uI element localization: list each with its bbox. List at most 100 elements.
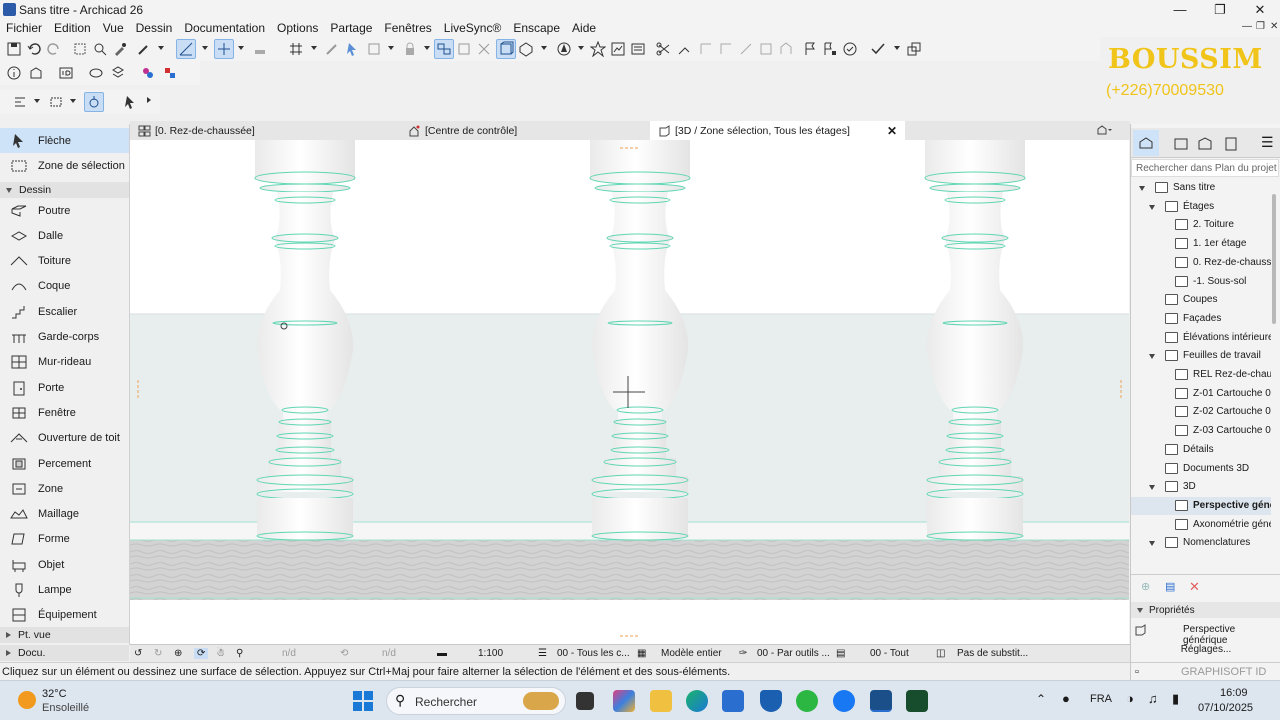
weather-temp[interactable]: 32°C bbox=[42, 688, 67, 700]
task-view-icon[interactable] bbox=[576, 692, 594, 710]
navigator-item[interactable]: Z-03 Cartouche 03 (Ir bbox=[1131, 422, 1271, 440]
whatsapp-icon[interactable] bbox=[796, 690, 818, 712]
chevron-down-icon[interactable] bbox=[1149, 541, 1155, 547]
chevron-down-icon[interactable] bbox=[1149, 354, 1155, 360]
navigator-item[interactable]: 2. Toiture bbox=[1131, 216, 1271, 234]
menu-partage[interactable]: Partage bbox=[324, 19, 378, 37]
syringe-dropdown-icon[interactable] bbox=[158, 46, 164, 50]
explode-icon[interactable] bbox=[474, 39, 494, 59]
snap-guides-icon[interactable] bbox=[214, 39, 234, 59]
doc-close-icon[interactable]: ✕ bbox=[1270, 21, 1278, 32]
redo-zoom-icon[interactable]: ↻ bbox=[154, 648, 162, 659]
undo-zoom-icon[interactable]: ↺ bbox=[134, 648, 142, 659]
check-dropdown-icon[interactable] bbox=[894, 46, 900, 50]
navigator-item[interactable]: Nomenclatures bbox=[1131, 534, 1271, 552]
arrow-select-icon[interactable] bbox=[120, 92, 140, 112]
settings-button[interactable]: Réglages... bbox=[1151, 642, 1261, 658]
settings-icon[interactable]: ▤ bbox=[1165, 580, 1175, 593]
dimension-icon[interactable]: ▤ bbox=[836, 648, 845, 659]
navigator-item[interactable]: 3D bbox=[1131, 478, 1271, 496]
tab-menu-icon[interactable] bbox=[1096, 124, 1112, 136]
tool-shell[interactable]: Coque bbox=[0, 274, 129, 299]
tool-arrow[interactable]: Flèche bbox=[0, 128, 129, 153]
wifi-icon[interactable]: ◑ bbox=[1126, 691, 1134, 706]
navigator-item[interactable]: Axonométrie génériq bbox=[1131, 516, 1271, 534]
3d-cutaway-icon[interactable] bbox=[496, 39, 516, 59]
tool-door[interactable]: Porte bbox=[0, 375, 129, 400]
minimize-button[interactable]: — bbox=[1160, 0, 1200, 19]
taskbar-search[interactable]: ⚲ Rechercher bbox=[386, 687, 566, 715]
info-icon[interactable] bbox=[4, 63, 24, 83]
suspend-groups-icon[interactable] bbox=[434, 39, 454, 59]
store-icon[interactable] bbox=[722, 690, 744, 712]
orbit-icon[interactable]: ⟳ bbox=[194, 648, 209, 659]
windows-start-icon[interactable] bbox=[352, 690, 374, 712]
layer-icon[interactable] bbox=[364, 39, 384, 59]
menu-fenetres[interactable]: Fenêtres bbox=[378, 19, 437, 37]
enscape-taskbar-icon[interactable] bbox=[906, 690, 928, 712]
undo-icon[interactable] bbox=[24, 39, 44, 59]
navigation-icon[interactable] bbox=[554, 39, 574, 59]
layer-combination[interactable]: 00 - Tous les c... bbox=[557, 648, 630, 659]
3d-style-icon[interactable] bbox=[516, 39, 536, 59]
volume-icon[interactable]: ♫ bbox=[1148, 691, 1158, 706]
3d-window-icon[interactable] bbox=[86, 63, 106, 83]
tool-mesh[interactable]: Maillage bbox=[0, 502, 129, 527]
adjust-icon[interactable] bbox=[674, 39, 694, 59]
angle-icon[interactable]: ⟲ bbox=[340, 648, 348, 659]
navigator-search[interactable]: Rechercher dans Plan du projet bbox=[1131, 159, 1279, 177]
publisher-icon[interactable] bbox=[1223, 136, 1239, 152]
chevron-up-icon[interactable]: ⌃ bbox=[1036, 692, 1046, 706]
tool-stair[interactable]: Escalier bbox=[0, 299, 129, 324]
explore-icon[interactable]: ☃ bbox=[216, 648, 225, 659]
clock-time[interactable]: 16:09 bbox=[1220, 687, 1248, 699]
trace-icon[interactable] bbox=[454, 39, 474, 59]
menu-documentation[interactable]: Documentation bbox=[178, 19, 271, 37]
lock-icon[interactable] bbox=[400, 39, 420, 59]
edge-icon[interactable] bbox=[686, 690, 708, 712]
lock-dropdown-icon[interactable] bbox=[424, 46, 430, 50]
offset-icon[interactable] bbox=[756, 39, 776, 59]
solid-ops-icon[interactable] bbox=[904, 39, 924, 59]
model-view-option[interactable]: Modèle entier bbox=[661, 648, 722, 659]
tool-zone[interactable]: Zone bbox=[0, 476, 129, 501]
stories-icon[interactable] bbox=[26, 63, 46, 83]
change-markers-icon[interactable] bbox=[820, 39, 840, 59]
sun-weather-icon[interactable] bbox=[18, 691, 36, 709]
arrow-options-icon[interactable] bbox=[147, 97, 154, 103]
override-icon[interactable]: ◫ bbox=[936, 648, 945, 659]
copilot-icon[interactable] bbox=[613, 690, 635, 712]
layout-book-icon[interactable] bbox=[628, 39, 648, 59]
tool-curtain-wall[interactable]: Mur-rideau bbox=[0, 350, 129, 375]
navigator-item[interactable]: -1. Sous-sol bbox=[1131, 273, 1271, 291]
doc-minimize-icon[interactable]: — bbox=[1242, 21, 1252, 32]
grid-snap-icon[interactable] bbox=[286, 39, 306, 59]
gravity-icon[interactable] bbox=[250, 39, 270, 59]
fillet-icon[interactable] bbox=[736, 39, 756, 59]
find-select-icon[interactable] bbox=[90, 39, 110, 59]
graphisoft-id[interactable]: GRAPHISOFT ID bbox=[1181, 666, 1266, 678]
chevron-down-icon[interactable] bbox=[1139, 186, 1145, 191]
maximize-button[interactable]: ❐ bbox=[1200, 0, 1240, 19]
pen-icon[interactable] bbox=[322, 39, 342, 59]
eyedropper-icon[interactable] bbox=[110, 39, 130, 59]
battery-icon[interactable]: ▮ bbox=[1172, 691, 1179, 707]
zoom-in-icon[interactable]: ⊕ bbox=[174, 648, 182, 659]
issue-manager-icon[interactable] bbox=[840, 39, 860, 59]
menu-enscape[interactable]: Enscape bbox=[507, 19, 566, 37]
snap-dropdown-icon[interactable] bbox=[238, 46, 244, 50]
defender-icon[interactable] bbox=[760, 690, 782, 712]
menu-livesync[interactable]: LiveSync® bbox=[438, 19, 508, 37]
navigator-item[interactable]: Documents 3D bbox=[1131, 460, 1271, 478]
navigator-item[interactable]: 0. Rez-de-chaussée bbox=[1131, 254, 1271, 272]
archicad-taskbar-icon[interactable] bbox=[870, 690, 892, 712]
pen-set-icon[interactable]: ✑ bbox=[739, 648, 747, 659]
guide-dropdown-icon[interactable] bbox=[202, 46, 208, 50]
file-explorer-icon[interactable] bbox=[650, 690, 672, 712]
menu-options[interactable]: Options bbox=[271, 19, 324, 37]
selection-method-icon[interactable] bbox=[10, 92, 30, 112]
attributes-icon[interactable] bbox=[108, 63, 128, 83]
close-window-button[interactable]: ✕ bbox=[1240, 0, 1280, 19]
layout-book-icon[interactable] bbox=[1197, 136, 1213, 152]
navigator-item[interactable]: Perspective génériq bbox=[1131, 496, 1271, 515]
